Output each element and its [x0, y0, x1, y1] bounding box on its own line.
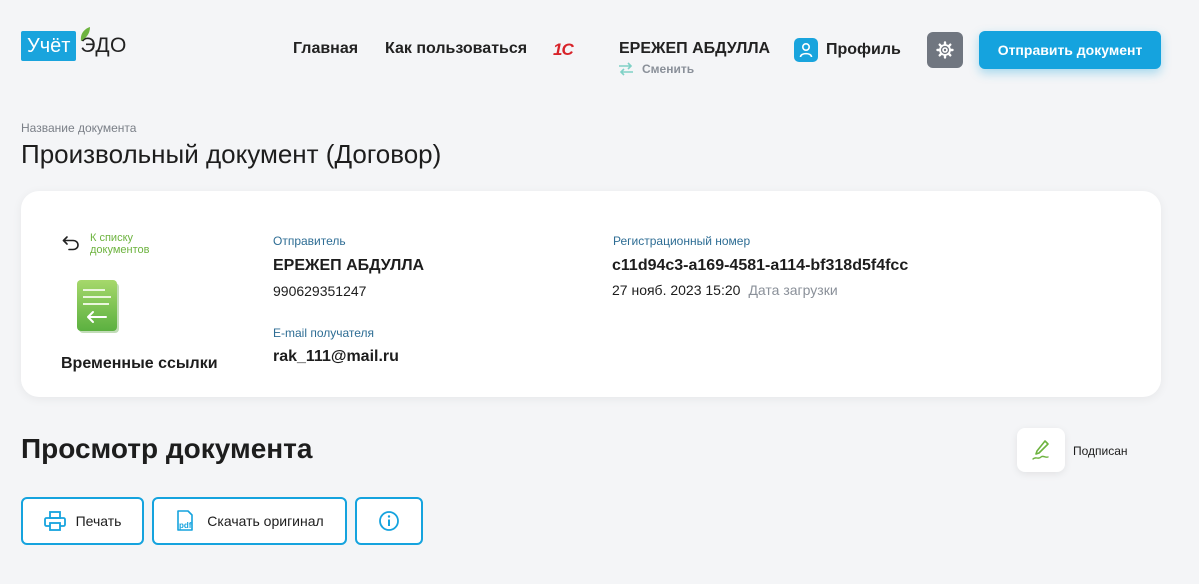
logo[interactable]: Учёт ЭДО — [21, 26, 127, 66]
user-icon — [794, 38, 818, 62]
document-preview-title: Просмотр документа — [21, 433, 313, 464]
logo-box: Учёт — [21, 31, 77, 61]
onec-logo[interactable]: 1С — [553, 40, 574, 60]
switch-org-link[interactable]: Сменить — [618, 62, 694, 76]
temporary-links-button[interactable]: Временные ссылки — [61, 355, 218, 373]
profile-label: Профиль — [826, 41, 901, 58]
recipient-email: rak_111@mail.ru — [273, 348, 399, 365]
signature-pen-icon — [1032, 440, 1049, 460]
back-arrow-icon — [62, 236, 79, 251]
leaf-icon — [80, 27, 90, 41]
document-info-card: К списку документов Временные ссылки Отп… — [21, 191, 1161, 397]
swap-arrows-icon — [619, 62, 633, 76]
registration-number-label: Регистрационный номер — [613, 234, 751, 248]
pdf-icon: pdf — [177, 510, 194, 531]
info-button[interactable] — [355, 497, 423, 545]
registration-number: c11d94c3-a169-4581-a114-bf318d5f4fcc — [612, 257, 909, 274]
download-original-label: Скачать оригинал — [207, 513, 324, 529]
header: Учёт ЭДО Главная Как пользоваться 1С ЕРЕ… — [0, 0, 1199, 100]
gear-icon — [936, 41, 954, 59]
page-title: Произвольный документ (Договор) — [21, 139, 442, 169]
print-label: Печать — [75, 513, 122, 529]
document-name-label: Название документа — [21, 121, 137, 135]
signed-status-icon-box — [1017, 428, 1065, 472]
switch-label: Сменить — [642, 62, 695, 76]
settings-button[interactable] — [927, 32, 963, 68]
pdf-icon-text: pdf — [179, 521, 192, 530]
download-original-button[interactable]: pdf Скачать оригинал — [152, 497, 347, 545]
print-button[interactable]: Печать — [21, 497, 144, 545]
upload-date-row: 27 нояб. 2023 15:20 Дата загрузки — [612, 282, 838, 298]
sender-name: ЕРЕЖЕП АБДУЛЛА — [273, 257, 425, 274]
signed-status-label: Подписан — [1073, 444, 1128, 458]
sender-id: 990629351247 — [273, 283, 367, 299]
profile-link[interactable]: Профиль — [794, 38, 901, 62]
sender-label: Отправитель — [273, 234, 346, 248]
incoming-document-icon — [77, 280, 119, 333]
info-icon — [379, 511, 399, 531]
back-to-list-label: К списку документов — [90, 232, 150, 256]
nav-home[interactable]: Главная — [293, 40, 358, 58]
user-name: ЕРЕЖЕП АБДУЛЛА — [619, 40, 771, 57]
upload-date-label: Дата загрузки — [748, 282, 838, 298]
upload-date: 27 нояб. 2023 15:20 — [612, 282, 741, 298]
back-to-list-link[interactable]: К списку документов — [62, 232, 170, 256]
recipient-email-label: E-mail получателя — [273, 326, 375, 340]
printer-icon — [43, 511, 66, 531]
nav-how-to[interactable]: Как пользоваться — [385, 40, 527, 58]
send-document-button[interactable]: Отправить документ — [979, 31, 1161, 69]
